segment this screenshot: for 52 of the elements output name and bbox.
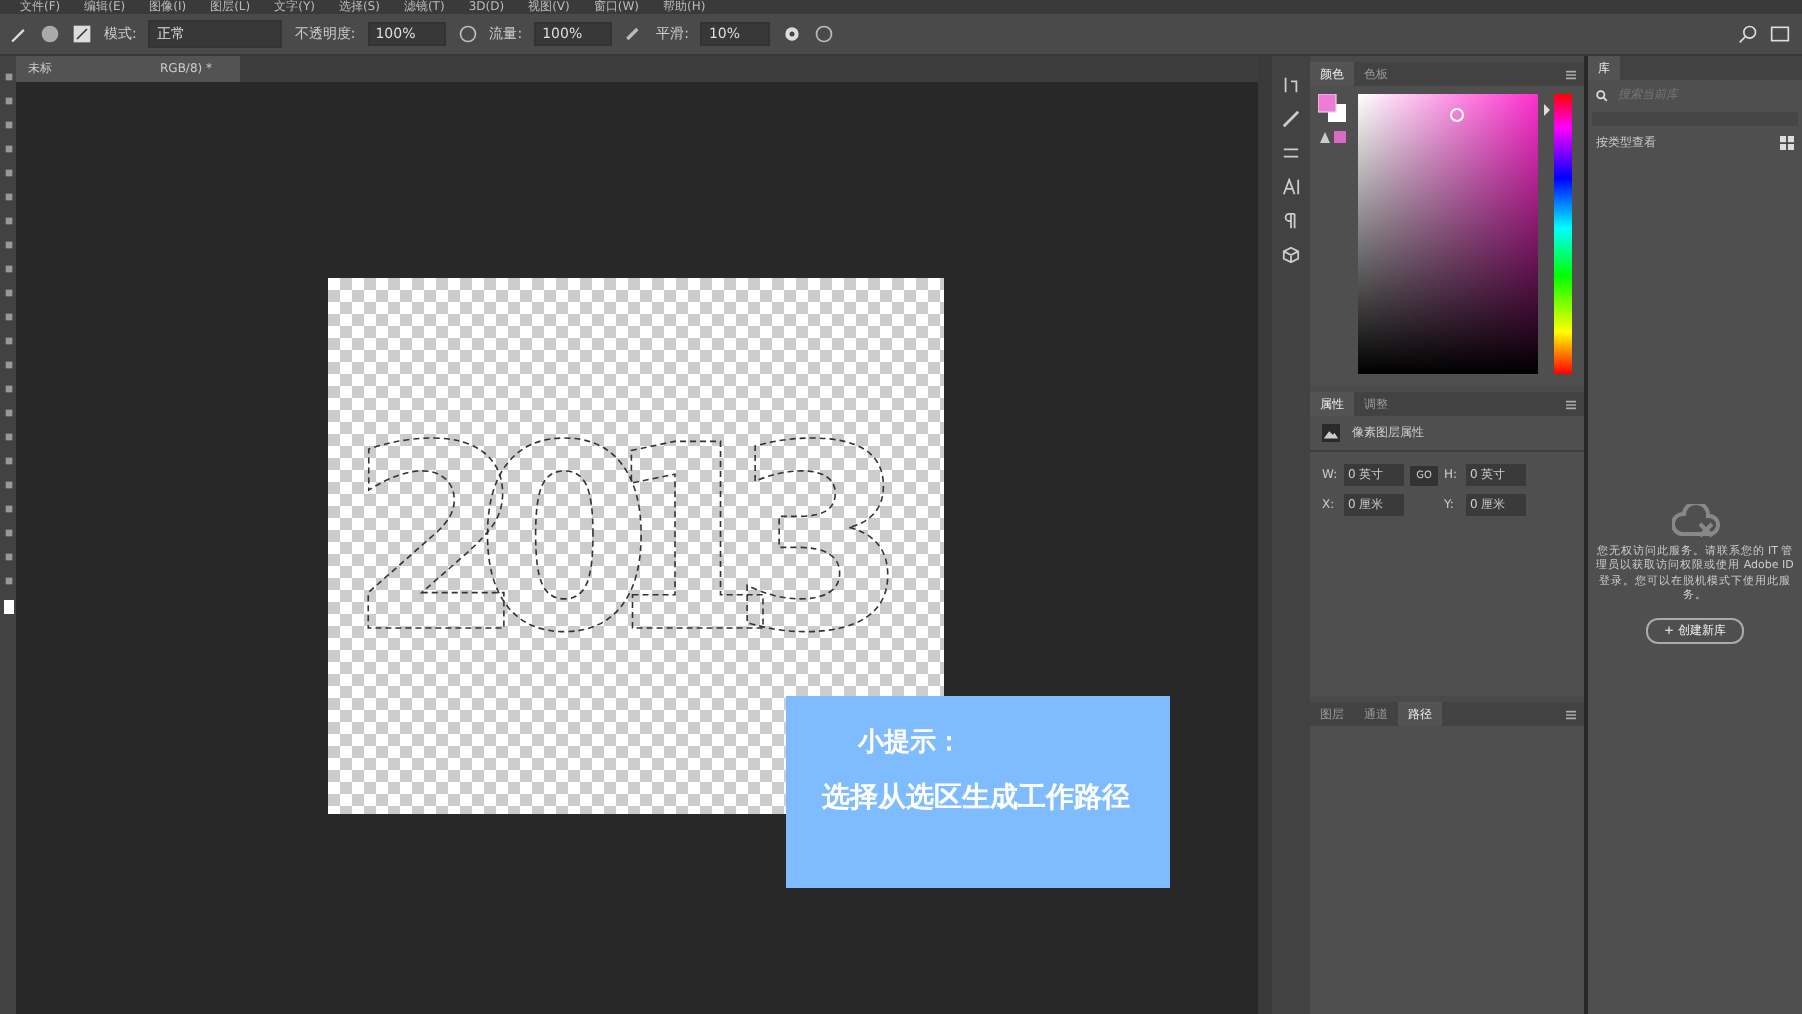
paragraph-icon[interactable]: [1282, 212, 1300, 230]
search-icon: [1596, 90, 1608, 102]
history-icon[interactable]: [1282, 76, 1300, 94]
sliders-icon[interactable]: [1282, 144, 1300, 162]
tool-icon[interactable]: [3, 288, 13, 298]
grid-view-icon[interactable]: [1780, 136, 1794, 150]
hue-marker-icon[interactable]: [1544, 104, 1550, 117]
pressure-icon[interactable]: [457, 24, 478, 44]
settings-icon[interactable]: [782, 24, 803, 44]
tool-icon[interactable]: [3, 504, 13, 514]
tip-title: 小提示：: [858, 726, 964, 760]
tool-icon[interactable]: [3, 552, 13, 562]
character-icon[interactable]: [1282, 178, 1300, 196]
tool-icon[interactable]: [3, 72, 13, 82]
tool-icon[interactable]: [3, 120, 13, 130]
brush-tip-icon[interactable]: [40, 24, 60, 44]
menu-icon[interactable]: [1566, 709, 1576, 719]
brush-panel-icon[interactable]: [72, 24, 92, 44]
tool-icon[interactable]: [3, 312, 13, 322]
tool-icon[interactable]: [3, 144, 13, 154]
cloud-offline-icon: [1671, 504, 1719, 540]
image-layer-icon: [1322, 424, 1340, 442]
foreground-background-swatch[interactable]: [1318, 94, 1346, 122]
tool-icon[interactable]: [3, 432, 13, 442]
brush-icon[interactable]: [8, 24, 28, 44]
tool-icon[interactable]: [3, 480, 13, 490]
tool-icon[interactable]: [3, 168, 13, 178]
picker-ring-icon[interactable]: [1450, 108, 1464, 122]
tool-icon[interactable]: [3, 408, 13, 418]
cube-icon[interactable]: [1282, 246, 1300, 264]
menu-icon[interactable]: [1566, 399, 1576, 409]
foreground-color-swatch[interactable]: [3, 600, 13, 614]
gamut-warning-icon[interactable]: [1318, 130, 1346, 144]
tool-icon[interactable]: [3, 240, 13, 250]
tool-icon[interactable]: [3, 216, 13, 226]
search-icon[interactable]: [1738, 24, 1758, 44]
tool-icon[interactable]: [3, 360, 13, 370]
tool-icon[interactable]: [3, 528, 13, 538]
tool-icon[interactable]: [3, 336, 13, 346]
tool-icon[interactable]: [3, 192, 13, 202]
tip-text: 选择从选区生成工作路径: [822, 780, 1132, 816]
workspace-icon[interactable]: [1770, 24, 1790, 44]
selection-outline-text: 2013: [348, 392, 908, 690]
tool-icon[interactable]: [3, 96, 13, 106]
tool-icon[interactable]: [3, 576, 13, 586]
menu-icon[interactable]: [1566, 69, 1576, 79]
pressure-size-icon[interactable]: [814, 24, 835, 44]
tool-icon[interactable]: [3, 264, 13, 274]
tool-icon[interactable]: [3, 456, 13, 466]
tool-icon[interactable]: [3, 384, 13, 394]
brush-icon[interactable]: [1282, 110, 1300, 128]
color-picker-field[interactable]: [1358, 94, 1538, 374]
